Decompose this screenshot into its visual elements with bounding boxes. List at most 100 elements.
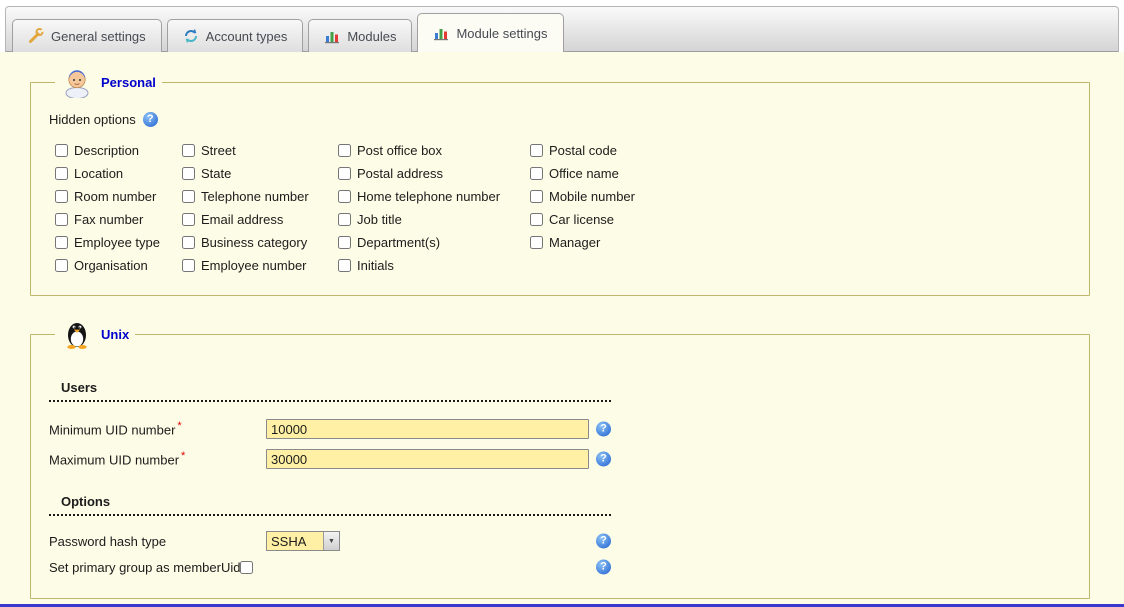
member-uid-help-icon[interactable]: ? [596,560,611,575]
password-hash-label: Password hash type [49,534,266,549]
checkbox-post-office-box[interactable]: Post office box [338,139,530,162]
checkbox-input[interactable] [182,259,195,272]
checkbox-label: Manager [549,235,600,250]
checkbox-label: Email address [201,212,283,227]
checkbox-mobile-number[interactable]: Mobile number [530,185,1071,208]
checkbox-street[interactable]: Street [182,139,338,162]
checkbox-fax-number[interactable]: Fax number [55,208,182,231]
section-title: Personal [101,75,156,90]
checkbox-label: Employee number [201,258,307,273]
unix-section: Unix Users Minimum UID number* ? Maximum… [30,318,1090,599]
checkbox-office-name[interactable]: Office name [530,162,1071,185]
checkbox-label: Home telephone number [357,189,500,204]
checkbox-input[interactable] [182,213,195,226]
checkbox-input[interactable] [338,144,351,157]
checkbox-label: Organisation [74,258,148,273]
checkbox-input[interactable] [55,236,68,249]
checkbox-label: Description [74,143,139,158]
max-uid-label: Maximum UID number* [49,450,266,467]
checkbox-input[interactable] [338,167,351,180]
checkbox-location[interactable]: Location [55,162,182,185]
checkbox-input[interactable] [182,167,195,180]
checkbox-employee-type[interactable]: Employee type [55,231,182,254]
checkbox-label: Post office box [357,143,442,158]
checkbox-label: Postal code [549,143,617,158]
content-area: Personal Hidden options ? Description St… [0,52,1124,607]
unix-legend: Unix [55,318,135,350]
required-asterisk: * [181,450,185,462]
checkbox-input[interactable] [55,167,68,180]
checkbox-label: Initials [357,258,394,273]
checkbox-input[interactable] [182,144,195,157]
checkbox-label: Room number [74,189,156,204]
checkbox-input[interactable] [182,236,195,249]
checkbox-label: Car license [549,212,614,227]
hidden-options-help-icon[interactable]: ? [143,112,158,127]
tab-general-settings[interactable]: General settings [12,19,162,52]
checkbox-job-title[interactable]: Job title [338,208,530,231]
person-icon [61,66,93,98]
checkbox-input[interactable] [530,213,543,226]
required-asterisk: * [177,420,181,432]
checkbox-input[interactable] [530,144,543,157]
checkbox-input[interactable] [338,259,351,272]
min-uid-input[interactable] [266,419,589,439]
checkbox-label: Location [74,166,123,181]
member-uid-label: Set primary group as memberUid [49,560,240,575]
checkbox-car-license[interactable]: Car license [530,208,1071,231]
min-uid-help-icon[interactable]: ? [596,422,611,437]
checkbox-business-category[interactable]: Business category [182,231,338,254]
password-hash-help-icon[interactable]: ? [596,534,611,549]
tools-icon [28,28,44,44]
refresh-icon [183,28,199,44]
tab-module-settings[interactable]: Module settings [417,13,563,52]
checkbox-input[interactable] [55,190,68,203]
checkbox-input[interactable] [55,213,68,226]
max-uid-input[interactable] [266,449,589,469]
min-uid-label: Minimum UID number* [49,420,266,437]
password-hash-select[interactable]: SSHA ▼ [266,531,340,551]
chart-icon [433,25,449,41]
checkbox-input[interactable] [182,190,195,203]
hidden-options-row: Hidden options ? [49,112,1071,127]
checkbox-postal-code[interactable]: Postal code [530,139,1071,162]
checkbox-input[interactable] [55,259,68,272]
tab-bar: General settings Account types [5,6,1119,52]
tab-label: Module settings [456,26,547,41]
min-uid-row: Minimum UID number* ? [49,414,1071,444]
tab-modules[interactable]: Modules [308,19,412,52]
checkbox-input[interactable] [55,144,68,157]
select-value: SSHA [267,532,323,550]
checkbox-input[interactable] [338,213,351,226]
member-uid-checkbox[interactable] [240,561,253,574]
checkbox-email-address[interactable]: Email address [182,208,338,231]
checkbox-label: Fax number [74,212,143,227]
personal-section: Personal Hidden options ? Description St… [30,66,1090,296]
checkbox-room-number[interactable]: Room number [55,185,182,208]
checkbox-telephone-number[interactable]: Telephone number [182,185,338,208]
checkbox-input[interactable] [530,236,543,249]
checkbox-description[interactable]: Description [55,139,182,162]
page: General settings Account types [0,0,1124,607]
checkbox-organisation[interactable]: Organisation [55,254,182,277]
checkbox-input[interactable] [338,190,351,203]
password-hash-row: Password hash type SSHA ▼ ? [49,528,1071,554]
tab-account-types[interactable]: Account types [167,19,304,52]
checkbox-label: Mobile number [549,189,635,204]
checkbox-employee-number[interactable]: Employee number [182,254,338,277]
checkbox-input[interactable] [530,190,543,203]
checkbox-label: Office name [549,166,619,181]
checkbox-input[interactable] [530,167,543,180]
checkbox-departments[interactable]: Department(s) [338,231,530,254]
checkbox-initials[interactable]: Initials [338,254,530,277]
hidden-options-grid: Description Street Post office box Posta… [55,139,1071,277]
checkbox-manager[interactable]: Manager [530,231,1071,254]
tab-label: General settings [51,29,146,44]
checkbox-postal-address[interactable]: Postal address [338,162,530,185]
chevron-down-icon[interactable]: ▼ [323,532,339,550]
max-uid-help-icon[interactable]: ? [596,452,611,467]
tux-penguin-icon [61,318,93,350]
checkbox-input[interactable] [338,236,351,249]
checkbox-state[interactable]: State [182,162,338,185]
checkbox-home-telephone-number[interactable]: Home telephone number [338,185,530,208]
